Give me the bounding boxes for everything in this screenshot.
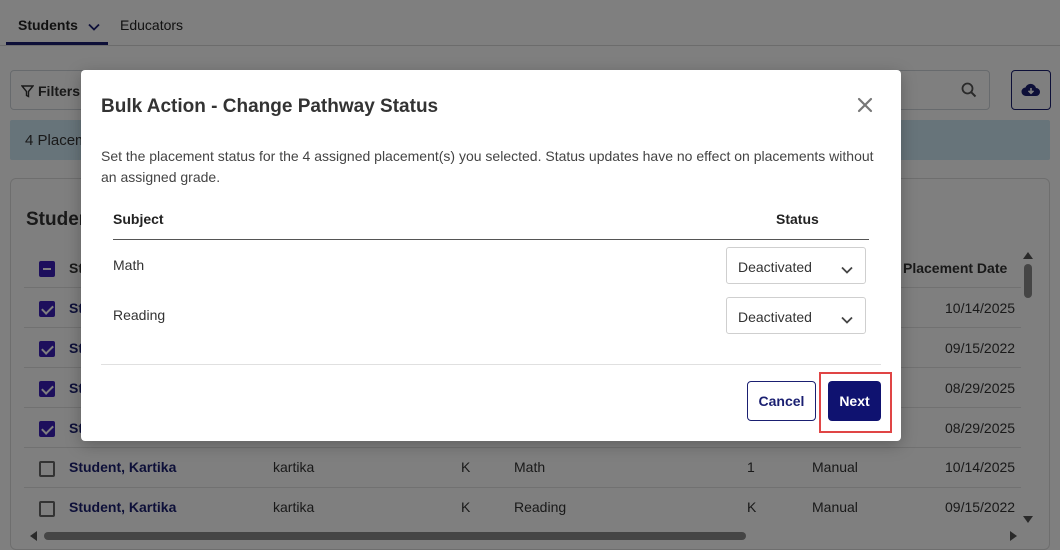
- close-icon[interactable]: [857, 97, 873, 113]
- next-button[interactable]: Next: [828, 381, 881, 421]
- bulk-action-modal: Bulk Action - Change Pathway Status Set …: [81, 70, 901, 441]
- subject-label-reading: Reading: [113, 307, 166, 323]
- column-header-subject: Subject: [113, 211, 164, 227]
- status-select-value: Deactivated: [738, 309, 812, 325]
- modal-description: Set the placement status for the 4 assig…: [101, 148, 874, 185]
- chevron-down-icon: [841, 311, 853, 329]
- status-select-reading[interactable]: Deactivated: [726, 297, 866, 334]
- status-select-value: Deactivated: [738, 259, 812, 275]
- subject-label-math: Math: [113, 257, 145, 273]
- footer-divider: [101, 364, 881, 365]
- status-select-math[interactable]: Deactivated: [726, 247, 866, 284]
- header-divider: [113, 239, 869, 240]
- column-header-status: Status: [776, 211, 819, 227]
- modal-title: Bulk Action - Change Pathway Status: [101, 96, 439, 117]
- chevron-down-icon: [841, 261, 853, 279]
- cancel-button[interactable]: Cancel: [747, 381, 816, 421]
